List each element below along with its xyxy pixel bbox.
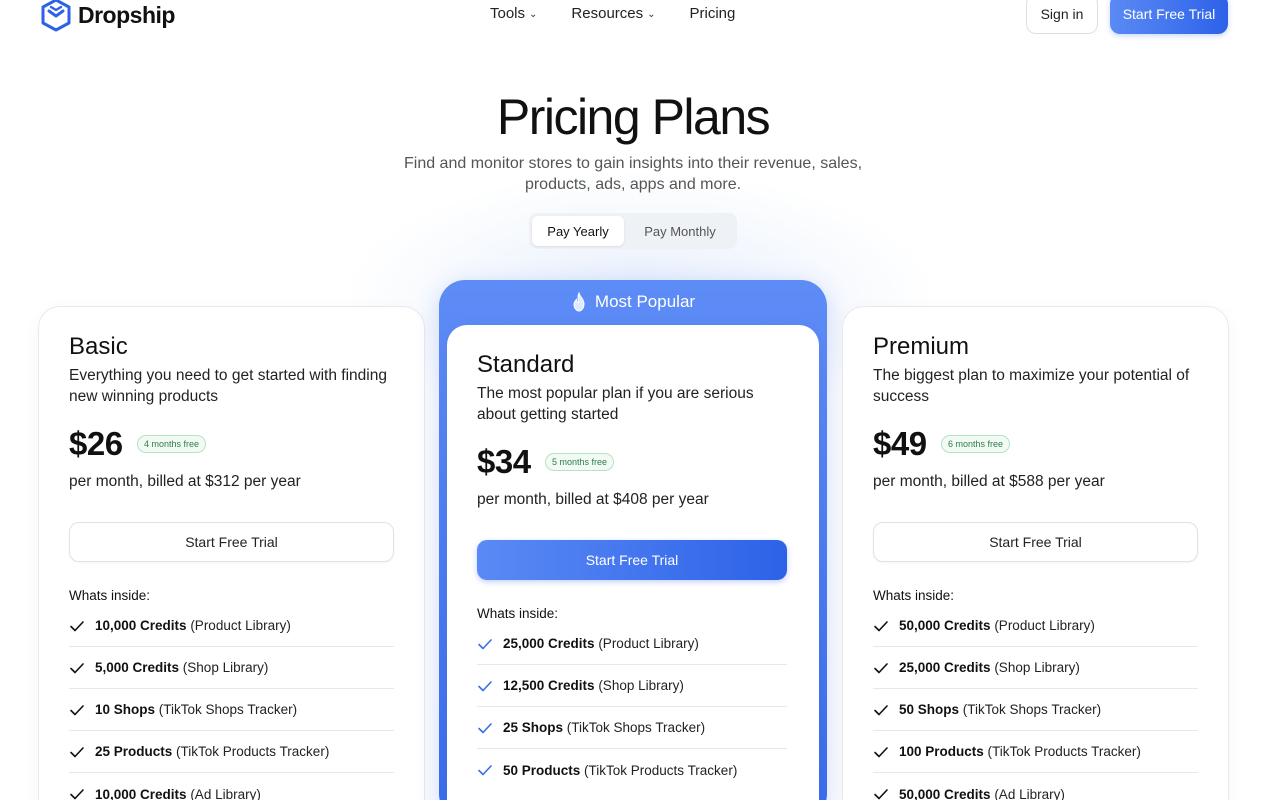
- chevron-down-icon: ⌄: [529, 9, 538, 20]
- feature-text: 50,000 Credits (Ad Library): [899, 786, 1065, 800]
- nav-item-resources[interactable]: Resources ⌄: [571, 5, 655, 22]
- chevron-down-icon: ⌄: [647, 9, 656, 20]
- feature-item: 10,000 Credits (Product Library): [69, 605, 394, 647]
- feature-item: 5,000 Credits (Shop Library): [69, 647, 394, 689]
- check-icon: [70, 704, 84, 715]
- main-nav: Tools ⌄ Resources ⌄ Pricing: [490, 5, 735, 22]
- plan-price: $49: [873, 425, 927, 462]
- start-free-trial-button[interactable]: Start Free Trial: [477, 540, 787, 580]
- feature-text: 50 Products (TikTok Products Tracker): [503, 762, 738, 778]
- check-icon: [874, 789, 888, 800]
- check-icon: [70, 620, 84, 631]
- plan-card-basic: Basic Everything you need to get started…: [38, 306, 425, 800]
- feature-text: 50 Shops (TikTok Shops Tracker): [899, 702, 1102, 717]
- feature-text: 10,000 Credits (Product Library): [95, 618, 291, 633]
- sign-in-button[interactable]: Sign in: [1026, 0, 1098, 34]
- plan-name: Basic: [69, 333, 128, 360]
- plan-description: Everything you need to get started with …: [69, 367, 387, 405]
- months-free-badge: 4 months free: [137, 435, 207, 453]
- feature-item: 25 Shops (TikTok Shops Tracker): [477, 707, 787, 749]
- start-free-trial-button[interactable]: Start Free Trial: [873, 522, 1198, 562]
- check-icon: [478, 680, 492, 691]
- feature-item: 25 Products (TikTok Products Tracker): [69, 731, 394, 773]
- check-icon: [478, 765, 492, 776]
- check-icon: [478, 722, 492, 733]
- plan-price: $26: [69, 425, 123, 462]
- billing-toggle: Pay Yearly Pay Monthly: [529, 213, 737, 249]
- feature-list: 50,000 Credits (Product Library) 25,000 …: [873, 605, 1198, 800]
- feature-item: 50,000 Credits (Ad Library): [873, 773, 1198, 800]
- feature-item: 50 Shops (TikTok Shops Tracker): [873, 689, 1198, 731]
- subtitle-line-2: products, ads, apps and more.: [524, 176, 742, 193]
- brand-logo[interactable]: Dropship: [40, 0, 175, 32]
- feature-list: 25,000 Credits (Product Library) 12,500 …: [477, 623, 787, 791]
- months-free-badge: 5 months free: [545, 453, 615, 471]
- plan-description: The biggest plan to maximize your potent…: [873, 367, 1190, 405]
- check-icon: [874, 704, 888, 715]
- most-popular-label: Most Popular: [439, 292, 827, 312]
- check-icon: [478, 638, 492, 649]
- feature-text: 10 Shops (TikTok Shops Tracker): [95, 702, 298, 717]
- feature-text: 25 Products (TikTok Products Tracker): [95, 744, 330, 759]
- check-icon: [70, 662, 84, 673]
- nav-item-label: Tools: [490, 5, 526, 22]
- whats-inside-heading: Whats inside:: [873, 588, 955, 603]
- most-popular-frame: Most Popular Standard The most popular p…: [439, 280, 827, 800]
- feature-item: 25,000 Credits (Product Library): [477, 623, 787, 665]
- billing-note: per month, billed at $408 per year: [477, 491, 709, 508]
- feature-item: 10,000 Credits (Ad Library): [69, 773, 394, 800]
- feature-text: 12,500 Credits (Shop Library): [503, 678, 684, 693]
- feature-item: 25,000 Credits (Shop Library): [873, 647, 1198, 689]
- most-popular-text: Most Popular: [594, 292, 696, 311]
- nav-item-label: Resources: [571, 5, 644, 22]
- plan-card-standard: Standard The most popular plan if you ar…: [447, 325, 819, 800]
- whats-inside-heading: Whats inside:: [69, 588, 151, 603]
- pay-monthly-option[interactable]: Pay Monthly: [628, 216, 732, 246]
- plan-description: The most popular plan if you are serious…: [477, 385, 754, 423]
- feature-text: 100 Products (TikTok Products Tracker): [899, 744, 1141, 759]
- check-icon: [874, 662, 888, 673]
- months-free-badge: 6 months free: [941, 435, 1011, 453]
- billing-note: per month, billed at $312 per year: [69, 473, 301, 490]
- feature-item: 100 Products (TikTok Products Tracker): [873, 731, 1198, 773]
- feature-text: 50,000 Credits (Product Library): [899, 618, 1095, 633]
- feature-item: 50,000 Credits (Product Library): [873, 605, 1198, 647]
- check-icon: [70, 746, 84, 757]
- whats-inside-heading: Whats inside:: [477, 606, 559, 621]
- feature-list: 10,000 Credits (Product Library) 5,000 C…: [69, 605, 394, 800]
- page-subtitle: Find and monitor stores to gain insights…: [0, 153, 1266, 195]
- dropship-logo-icon: [41, 0, 71, 32]
- pay-yearly-option[interactable]: Pay Yearly: [532, 216, 624, 246]
- check-icon: [874, 620, 888, 631]
- plan-name: Premium: [873, 333, 970, 360]
- feature-text: 5,000 Credits (Shop Library): [95, 660, 269, 675]
- nav-item-label: Pricing: [689, 5, 736, 22]
- plan-price: $34: [477, 443, 531, 480]
- nav-item-tools[interactable]: Tools ⌄: [490, 5, 537, 22]
- page-title: Pricing Plans: [496, 89, 771, 145]
- billing-note: per month, billed at $588 per year: [873, 473, 1105, 490]
- feature-item: 50 Products (TikTok Products Tracker): [477, 749, 787, 791]
- check-icon: [874, 746, 888, 757]
- feature-item: 12,500 Credits (Shop Library): [477, 665, 787, 707]
- feature-text: 25 Shops (TikTok Shops Tracker): [503, 720, 706, 735]
- flame-icon: [573, 292, 585, 312]
- brand-name: Dropship: [78, 1, 175, 28]
- check-icon: [70, 789, 84, 800]
- subtitle-line-1: Find and monitor stores to gain insights…: [403, 155, 863, 172]
- plan-name: Standard: [477, 351, 575, 378]
- nav-item-pricing[interactable]: Pricing: [690, 5, 736, 22]
- feature-text: 25,000 Credits (Product Library): [503, 636, 699, 651]
- feature-text: 10,000 Credits (Ad Library): [95, 786, 261, 800]
- feature-text: 25,000 Credits (Shop Library): [899, 660, 1080, 675]
- site-header: Dropship Tools ⌄ Resources ⌄ Pricing Sig…: [0, 0, 1280, 40]
- feature-item: 10 Shops (TikTok Shops Tracker): [69, 689, 394, 731]
- start-free-trial-button[interactable]: Start Free Trial: [69, 522, 394, 562]
- start-free-trial-button[interactable]: Start Free Trial: [1110, 0, 1228, 34]
- plan-card-premium: Premium The biggest plan to maximize you…: [842, 306, 1229, 800]
